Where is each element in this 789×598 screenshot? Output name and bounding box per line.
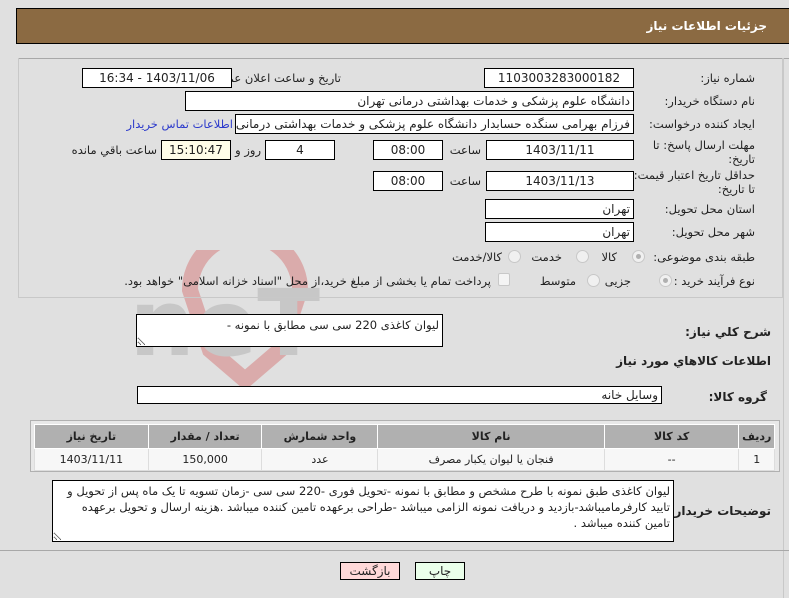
divider bbox=[783, 58, 784, 598]
print-button[interactable]: چاپ bbox=[415, 562, 465, 580]
col-need-date: تاریخ نیاز bbox=[34, 424, 149, 449]
summary-textarea[interactable] bbox=[136, 314, 443, 347]
col-row-number: ردیف bbox=[738, 424, 775, 449]
summary-label: شرح كلي نياز: bbox=[685, 325, 771, 339]
table-row: 1 -- فنجان یا لیوان یکبار مصرف عدد 150,0… bbox=[34, 448, 775, 471]
info-panel bbox=[18, 58, 783, 298]
page-header: جزئیات اطلاعات نیاز bbox=[16, 8, 789, 44]
buyer-notes-textarea[interactable] bbox=[52, 480, 674, 542]
goods-group-label: گروه کالا: bbox=[708, 390, 767, 404]
col-quantity: تعداد / مقدار bbox=[147, 424, 263, 449]
buyer-notes-label: توضیحات خریدار: bbox=[669, 504, 771, 518]
page-title: جزئیات اطلاعات نیاز bbox=[646, 19, 767, 33]
divider bbox=[0, 550, 789, 551]
back-button[interactable]: بازگشت bbox=[340, 562, 400, 580]
table-header-row: ردیف کد کالا نام کالا واحد شمارش تعداد /… bbox=[34, 424, 775, 449]
goods-table: ردیف کد کالا نام کالا واحد شمارش تعداد /… bbox=[34, 424, 775, 471]
cell-goods-name: فنجان یا لیوان یکبار مصرف bbox=[377, 448, 605, 471]
cell-goods-code: -- bbox=[603, 448, 740, 471]
goods-section-title: اطلاعات كالاهاي مورد نياز bbox=[616, 354, 771, 368]
cell-need-date: 1403/11/11 bbox=[34, 448, 149, 471]
col-goods-name: نام کالا bbox=[377, 424, 605, 449]
cell-row-number: 1 bbox=[738, 448, 775, 471]
cell-quantity: 150,000 bbox=[147, 448, 263, 471]
col-unit: واحد شمارش bbox=[261, 424, 379, 449]
col-goods-code: کد کالا bbox=[603, 424, 740, 449]
goods-group-field: وسایل خانه bbox=[137, 386, 662, 404]
cell-unit: عدد bbox=[261, 448, 379, 471]
